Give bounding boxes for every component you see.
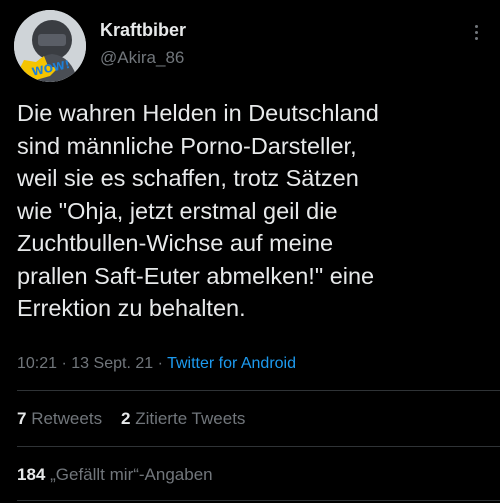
- divider: [17, 390, 500, 391]
- avatar-image: WOW!: [14, 10, 86, 82]
- more-vertical-icon: [474, 36, 478, 40]
- quotes-count: 2: [120, 409, 131, 428]
- author-name[interactable]: Kraftbiber: [100, 20, 186, 41]
- likes-label: „Gefällt mir“-Angaben: [50, 465, 213, 484]
- tweet-header: WOW! Kraftbiber @Akira_86: [0, 0, 500, 90]
- meta-separator: ·: [61, 355, 67, 372]
- author-handle[interactable]: @Akira_86: [100, 48, 184, 68]
- quotes-label: Zitierte Tweets: [135, 409, 246, 428]
- avatar[interactable]: WOW!: [14, 10, 86, 82]
- retweets-stat[interactable]: 7 Retweets: [17, 409, 102, 428]
- divider: [17, 500, 500, 501]
- more-vertical-icon: [474, 30, 478, 34]
- retweets-count: 7: [17, 409, 27, 428]
- likes-stat[interactable]: 184 „Gefällt mir“-Angaben: [17, 465, 213, 485]
- quote-tweets-stat[interactable]: 2 Zitierte Tweets: [121, 409, 245, 428]
- more-options-button[interactable]: [466, 20, 486, 44]
- retweets-label: Retweets: [31, 409, 103, 428]
- likes-count: 184: [17, 465, 46, 484]
- tweet-time[interactable]: 10:21: [17, 355, 57, 372]
- tweet-text: Die wahren Helden in Deutschland sind mä…: [17, 100, 379, 321]
- tweet-stats: 7 Retweets 2 Zitierte Tweets: [17, 409, 245, 429]
- more-vertical-icon: [474, 24, 478, 28]
- tweet-source-link[interactable]: Twitter for Android: [167, 355, 296, 372]
- meta-separator: ·: [157, 355, 163, 372]
- divider: [17, 446, 500, 447]
- tweet-date[interactable]: 13 Sept. 21: [71, 355, 153, 372]
- tweet-meta: 10:21 · 13 Sept. 21 · Twitter for Androi…: [17, 355, 296, 373]
